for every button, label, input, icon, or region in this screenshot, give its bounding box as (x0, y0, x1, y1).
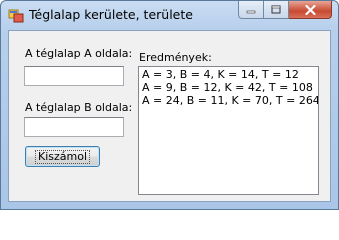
side-b-input[interactable] (24, 117, 124, 137)
main-window: Téglalap kerülete, területe A téglalap A… (0, 0, 339, 210)
minimize-button[interactable] (238, 1, 264, 19)
app-window-icon[interactable] (8, 8, 24, 24)
list-item[interactable]: A = 3, B = 4, K = 14, T = 12 (142, 68, 315, 81)
results-label: Eredmények: (139, 51, 212, 64)
close-button[interactable] (289, 1, 332, 19)
title-bar[interactable]: Téglalap kerülete, területe (1, 1, 338, 31)
side-a-label: A téglalap A oldala: (25, 47, 133, 60)
form-client-area: A téglalap A oldala: A téglalap B oldala… (8, 30, 331, 202)
maximize-button[interactable] (264, 1, 289, 19)
side-b-label: A téglalap B oldala: (25, 101, 133, 114)
list-item[interactable]: A = 24, B = 11, K = 70, T = 264 (142, 94, 318, 107)
window-title: Téglalap kerülete, területe (29, 7, 193, 22)
caption-buttons (238, 1, 332, 20)
list-item[interactable]: A = 9, B = 12, K = 42, T = 108 (142, 81, 315, 94)
side-a-input[interactable] (24, 66, 124, 86)
close-icon (304, 4, 316, 15)
maximize-icon (271, 5, 281, 14)
minimize-icon (246, 10, 256, 13)
calculate-button[interactable]: Kiszámol (25, 146, 100, 167)
results-listbox[interactable]: A = 3, B = 4, K = 14, T = 12 A = 9, B = … (138, 66, 319, 195)
calculate-button-label: Kiszámol (34, 149, 91, 164)
